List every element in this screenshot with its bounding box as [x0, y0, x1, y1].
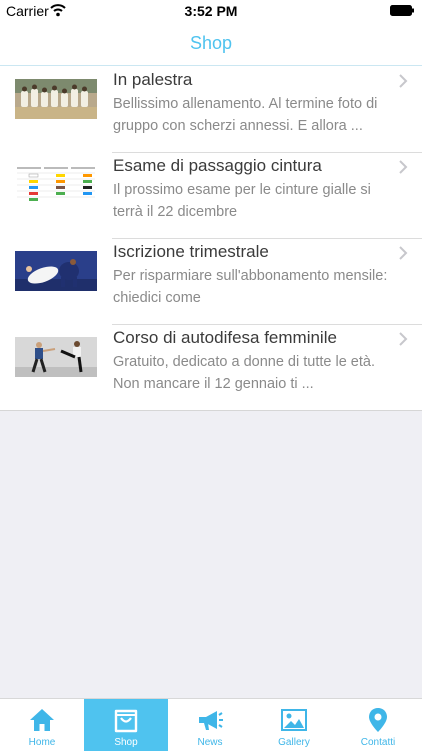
tab-label: News — [197, 737, 223, 748]
chevron-right-icon — [399, 246, 408, 260]
picture-icon — [281, 709, 307, 731]
list-item[interactable]: Iscrizione trimestrale Per risparmiare s… — [0, 238, 422, 324]
tab-label: Gallery — [278, 737, 310, 748]
tab-label: Home — [28, 737, 56, 748]
thumbnail-image — [15, 165, 97, 205]
item-title: Iscrizione trimestrale — [113, 242, 269, 261]
item-description: Bellissimo allenamento. Al termine foto … — [113, 96, 378, 134]
divider — [112, 324, 422, 325]
thumbnail-image — [15, 79, 97, 119]
item-description: Per risparmiare sull'abbonamento mensile… — [113, 268, 388, 306]
tab-bar: Home Shop News Gallery Contatti — [0, 698, 422, 751]
list-item[interactable]: Corso di autodifesa femminile Gratuito, … — [0, 324, 422, 410]
chevron-right-icon — [399, 332, 408, 346]
page-title: Shop — [189, 33, 233, 53]
location-pin-icon — [369, 708, 387, 732]
list-item[interactable]: Esame di passaggio cintura Il prossimo e… — [0, 152, 422, 238]
item-description: Il prossimo esame per le cinture gialle … — [113, 182, 371, 220]
tab-shop[interactable]: Shop — [84, 699, 168, 751]
item-title: Esame di passaggio cintura — [113, 156, 322, 175]
bag-icon — [114, 709, 138, 733]
status-bar: Carrier 3:52 PM — [0, 0, 422, 22]
divider — [112, 152, 422, 153]
chevron-right-icon — [399, 160, 408, 174]
navigation-bar: Shop — [0, 22, 422, 66]
tab-news[interactable]: News — [168, 699, 252, 751]
clock: 3:52 PM — [184, 3, 238, 19]
tab-gallery[interactable]: Gallery — [252, 699, 336, 751]
battery-icon — [390, 5, 414, 16]
item-title: In palestra — [113, 70, 193, 89]
megaphone-icon — [199, 711, 223, 730]
item-description: Gratuito, dedicato a donne di tutte le e… — [113, 354, 375, 392]
tab-label: Contatti — [360, 737, 396, 748]
tab-contatti[interactable]: Contatti — [336, 699, 420, 751]
chevron-right-icon — [399, 74, 408, 88]
tab-home[interactable]: Home — [0, 699, 84, 751]
news-list: In palestra Bellissimo allenamento. Al t… — [0, 66, 422, 411]
tab-label: Shop — [114, 737, 138, 748]
thumbnail-image — [15, 337, 97, 377]
thumbnail-image — [15, 251, 97, 291]
item-title: Corso di autodifesa femminile — [113, 328, 337, 347]
home-icon — [30, 709, 54, 731]
divider — [112, 238, 422, 239]
list-item[interactable]: In palestra Bellissimo allenamento. Al t… — [0, 66, 422, 152]
